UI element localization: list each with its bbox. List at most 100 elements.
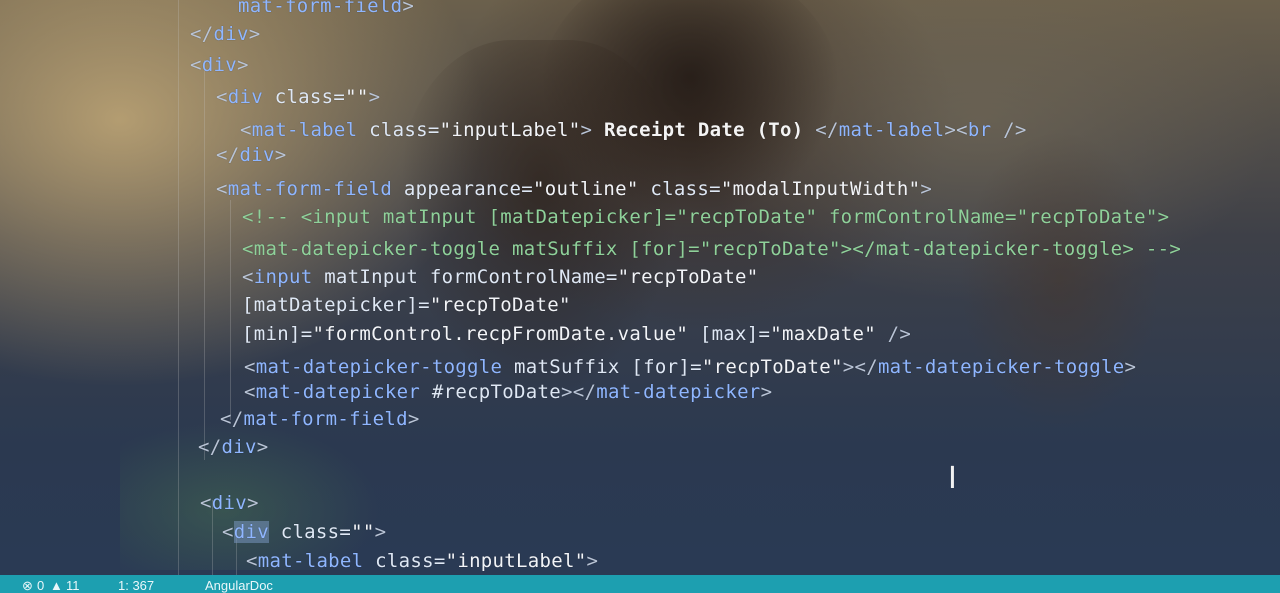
code-token: >< [944,119,968,141]
code-token: < [244,381,256,403]
code-token: mat-label [838,119,945,141]
code-token: class= [268,521,352,543]
code-token: mat-form-field [227,178,393,200]
code-token: [max]= [688,323,771,345]
code-token: mat-label [251,119,358,141]
code-line[interactable]: <div class=""> [216,85,380,109]
code-token: class= [357,119,440,141]
code-token: mat-datepicker-toggle [877,356,1125,378]
code-token: "modalInputWidth" [720,178,921,200]
photo-of-code-editor: mat-form-field> </div> <div> <div class="">… [0,0,1280,593]
code-token: [min]= [242,323,313,345]
code-line[interactable]: <mat-label class="inputLabel"> [246,549,598,573]
code-line[interactable]: <mat-label class="inputLabel"> Receipt D… [240,118,1027,142]
code-token: mat-label [257,550,364,572]
code-token: > [760,381,773,403]
code-token: div [211,492,247,514]
code-token: < [216,86,228,108]
code-token: < [242,266,254,288]
code-line[interactable]: </mat-form-field> [220,407,420,431]
code-token: "outline" [532,178,639,200]
code-line[interactable]: <div class=""> [222,520,386,544]
code-token: "recpToDate" [429,294,571,316]
project-name[interactable]: AngularDoc [205,577,273,593]
code-token: < [200,492,212,514]
code-line[interactable]: <div> [200,491,259,515]
code-line[interactable]: </div> [198,435,268,459]
text-cursor-icon: I [948,461,957,496]
code-token: [matDatepicker]= [242,294,430,316]
code-token: > [236,54,249,76]
code-token: div [233,521,269,543]
code-token: class= [363,550,446,572]
code-token: > [256,436,269,458]
status-bar: ⊗ 0 ▲ 11 1: 367 AngularDoc [0,575,1280,593]
code-token: "maxDate" [770,323,876,345]
code-token: ></ [560,381,597,403]
code-token: < [190,54,202,76]
code-token: > [274,144,287,166]
code-token: div [213,23,249,45]
error-count[interactable]: 0 [37,577,44,593]
code-line[interactable]: <mat-datepicker #recpToDate></mat-datepi… [244,380,772,404]
code-token: > [248,23,261,45]
code-line[interactable]: <div> [190,53,249,77]
code-token: /> [875,323,912,345]
code-token: > [1124,356,1137,378]
code-line[interactable]: <mat-form-field appearance="outline" cla… [216,177,932,201]
warning-count[interactable]: 11 [66,577,80,593]
error-icon[interactable]: ⊗ [22,577,33,593]
code-editor[interactable]: mat-form-field> </div> <div> <div class="">… [0,0,1280,575]
code-token: mat-form-field [243,408,408,430]
code-token: "recpToDate" [617,266,759,288]
code-token: </ [198,436,222,458]
code-token: "inputLabel" [445,550,587,572]
code-token: </ [190,23,214,45]
code-token: br [967,119,992,141]
code-token: input [253,266,313,288]
code-line[interactable]: </div> [216,143,286,167]
code-token: matInput formControlName= [312,266,618,288]
code-line[interactable]: <input matInput formControlName="recpToD… [242,265,759,289]
code-token: > [402,0,415,17]
code-line[interactable]: <mat-datepicker-toggle matSuffix [for]="… [242,237,1181,261]
code-token: < [246,550,258,572]
code-token: Receipt Date (To) [592,119,816,141]
code-token: div [227,86,263,108]
code-token: /> [991,119,1027,141]
code-token: mat-datepicker [255,381,421,403]
code-token: div [201,54,237,76]
code-token: < [244,356,256,378]
code-token: "formControl.recpFromDate.value" [312,323,689,345]
code-token: class= [638,178,721,200]
code-token: ></ [842,356,878,378]
code-token: div [221,436,257,458]
code-token: </ [216,144,240,166]
code-token: > [374,521,387,543]
code-line[interactable]: [matDatepicker]="recpToDate" [242,293,571,317]
code-token: < [240,119,252,141]
code-token: > [368,86,381,108]
code-token: "recpToDate" [701,356,843,378]
code-line[interactable]: </div> [190,22,260,46]
code-line[interactable]: mat-form-field> [238,0,414,18]
code-token: > [246,492,259,514]
code-token: </ [815,119,839,141]
code-token: > [920,178,933,200]
code-token: "inputLabel" [439,119,581,141]
code-token: mat-datepicker [596,381,761,403]
warning-icon[interactable]: ▲ [50,577,63,593]
code-token: matSuffix [for]= [502,356,702,378]
code-token: mat-form-field [238,0,403,17]
code-token: mat-datepicker-toggle [255,356,503,378]
code-line[interactable]: <!-- <input matInput [matDatepicker]="re… [242,205,1169,229]
code-token: appearance= [392,178,533,200]
code-line[interactable]: [min]="formControl.recpFromDate.value" [… [242,322,911,346]
cursor-position[interactable]: 1: 367 [118,577,154,593]
code-token: div [239,144,275,166]
code-line[interactable]: <mat-datepicker-toggle matSuffix [for]="… [244,355,1136,379]
code-token: < [222,521,234,543]
code-token: > [407,408,420,430]
code-token: <mat-datepicker-toggle matSuffix [for]="… [242,238,1182,260]
code-token: > [580,119,593,141]
